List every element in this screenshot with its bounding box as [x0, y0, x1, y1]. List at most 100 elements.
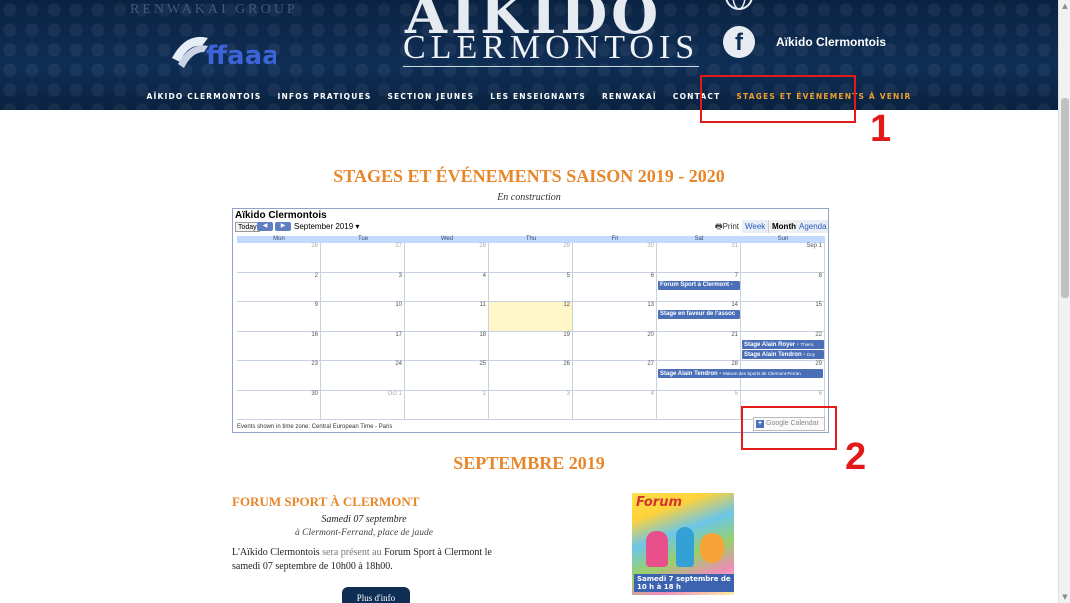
facebook-label[interactable]: Aïkido Clermontois — [776, 35, 886, 49]
day-number: 26 — [311, 243, 318, 249]
calendar-day-cell[interactable]: 25 — [405, 361, 489, 391]
view-week[interactable]: Week — [742, 220, 769, 233]
calendar-day-cell[interactable]: 27 — [321, 243, 405, 273]
annotation-number-1: 1 — [870, 108, 892, 150]
calendar-day-cell[interactable]: 28 — [405, 243, 489, 273]
print-button[interactable]: 🖶Print — [715, 221, 739, 235]
day-header: Mon — [237, 236, 321, 243]
day-number: 20 — [647, 331, 654, 338]
annotation-box-2 — [741, 406, 837, 450]
main-nav: AÏKIDO CLERMONTOIS INFOS PRATIQUES SECTI… — [0, 89, 1058, 105]
day-number: 5 — [566, 272, 570, 279]
day-number: 6 — [650, 272, 654, 279]
calendar-day-cell[interactable]: 4 — [405, 272, 489, 302]
month-heading: SEPTEMBRE 2019 — [453, 453, 605, 473]
day-number: 17 — [395, 331, 402, 338]
scroll-thumb[interactable] — [1061, 98, 1069, 298]
calendar-day-cell[interactable]: 17 — [321, 331, 405, 361]
calendar-day-cell[interactable]: 29 — [489, 243, 573, 273]
event-description: L'Aïkido Clermontois sera présent au For… — [232, 547, 492, 572]
day-number: 3 — [398, 272, 402, 279]
event-date: Samedi 07 septembre — [321, 514, 407, 525]
nav-infos-pratiques[interactable]: INFOS PRATIQUES — [269, 89, 379, 105]
calendar-day-cell[interactable]: 30 — [237, 390, 321, 420]
nav-les-enseignants[interactable]: LES ENSEIGNANTS — [482, 89, 594, 105]
calendar-day-cell[interactable]: 2 — [237, 272, 321, 302]
page-scrollbar[interactable]: ▲ ▼ — [1058, 0, 1070, 603]
svg-text:ffaaa: ffaaa — [206, 41, 276, 71]
page-subtitle: En construction — [497, 192, 561, 203]
calendar-day-cell[interactable]: Sep 1 — [741, 243, 825, 273]
month-selector[interactable]: September 2019 ▾ — [294, 222, 359, 231]
calendar-event[interactable]: Forum Sport à Clermont - — [658, 280, 740, 290]
next-month-button[interactable]: ▶ — [275, 222, 291, 231]
calendar-day-cell[interactable]: 18 — [405, 331, 489, 361]
view-agenda[interactable]: Agenda — [796, 220, 828, 233]
poster-caption: Samedi 7 septembre de 10 h à 18 h — [634, 574, 734, 592]
day-number: 4 — [650, 390, 654, 397]
calendar-day-cell[interactable]: 13 — [573, 302, 657, 332]
calendar-day-cell[interactable]: 16 — [237, 331, 321, 361]
ffaaa-logo[interactable]: ffaaa — [168, 28, 276, 72]
calendar-day-cell[interactable]: 31 — [657, 243, 741, 273]
day-number: 9 — [314, 302, 318, 308]
day-number: 22 — [815, 331, 822, 338]
calendar-day-cell[interactable]: 15 — [741, 302, 825, 332]
facebook-icon[interactable]: f — [723, 26, 755, 58]
prev-month-button[interactable]: ◀ — [257, 222, 273, 231]
calendar-day-cell[interactable]: Oct 1 — [321, 390, 405, 420]
calendar-day-cell[interactable]: 4 — [573, 390, 657, 420]
calendar-event[interactable]: Stage Alain Royer - Thiers, — [742, 339, 824, 349]
calendar-day-cell[interactable]: 12 — [489, 302, 573, 332]
today-button[interactable]: Today — [235, 222, 260, 232]
day-number: 19 — [563, 331, 570, 338]
calendar-toolbar: Today ◀ ▶ September 2019 ▾ 🖶Print Week M… — [233, 220, 828, 236]
day-number: 8 — [818, 272, 822, 279]
calendar-event[interactable]: Stage en faveur de l'assoc — [658, 310, 740, 319]
calendar-name: Aïkido Clermontois — [235, 210, 327, 221]
calendar-day-cell[interactable]: 24 — [321, 361, 405, 391]
poster-title: Forum — [636, 495, 683, 510]
calendar-day-cell[interactable]: 26 — [237, 243, 321, 273]
logo-clermontois[interactable]: CLERMONTOIS — [403, 30, 700, 67]
globe-icon[interactable] — [724, 0, 754, 16]
calendar-day-cell[interactable]: 2 — [405, 390, 489, 420]
calendar-grid: Mon Tue Wed Thu Fri Sat Sun 26 27 28 29 30 31 Sep 123… — [237, 236, 825, 426]
day-number: 24 — [395, 361, 402, 367]
calendar-day-cell[interactable]: 30 — [573, 243, 657, 273]
day-header: Tue — [321, 236, 405, 243]
calendar-day-cell[interactable]: 11 — [405, 302, 489, 332]
calendar-day-cell[interactable]: 6 — [573, 272, 657, 302]
calendar-day-cell[interactable]: 5 — [657, 390, 741, 420]
calendar-day-cell[interactable]: 3 — [321, 272, 405, 302]
day-header: Fri — [573, 236, 657, 243]
day-number: 16 — [311, 331, 318, 338]
scroll-down-arrow-icon[interactable]: ▼ — [1059, 591, 1070, 603]
calendar-day-cell[interactable]: 8 — [741, 272, 825, 302]
view-month[interactable]: Month — [768, 220, 799, 233]
day-number: 27 — [647, 361, 654, 367]
calendar-day-cell[interactable]: 19 — [489, 331, 573, 361]
calendar-day-cell[interactable]: 23 — [237, 361, 321, 391]
calendar-day-cell[interactable]: 5 — [489, 272, 573, 302]
calendar-event[interactable]: Stage Alain Tendron - Maison des Sports … — [658, 369, 823, 378]
calendar-day-cell[interactable]: 21 — [657, 331, 741, 361]
day-number: 30 — [311, 390, 318, 397]
calendar-day-cell[interactable]: 20 — [573, 331, 657, 361]
site-header: RENWAKAI GROUP ffaaa AIKIDO CLERMONTOIS … — [0, 0, 1058, 110]
nav-renwakai[interactable]: RENWAKAÏ — [594, 89, 665, 105]
calendar-event[interactable]: Stage Alain Tendron - Doy — [742, 349, 824, 359]
day-number: 25 — [479, 361, 486, 367]
nav-aikido-clermontois[interactable]: AÏKIDO CLERMONTOIS — [138, 89, 269, 105]
more-info-button[interactable]: Plus d'info — [342, 587, 410, 603]
calendar-day-cell[interactable]: 27 — [573, 361, 657, 391]
scroll-up-arrow-icon[interactable]: ▲ — [1059, 0, 1070, 12]
nav-section-jeunes[interactable]: SECTION JEUNES — [379, 89, 482, 105]
day-number: 2 — [482, 390, 486, 397]
calendar-day-cell[interactable]: 3 — [489, 390, 573, 420]
calendar-day-cell[interactable]: 10 — [321, 302, 405, 332]
calendar-day-cell[interactable]: 9 — [237, 302, 321, 332]
calendar-day-cell[interactable]: 26 — [489, 361, 573, 391]
forum-poster-image[interactable]: Forum Samedi 7 septembre de 10 h à 18 h — [632, 493, 734, 595]
printer-icon: 🖶 — [715, 222, 723, 231]
